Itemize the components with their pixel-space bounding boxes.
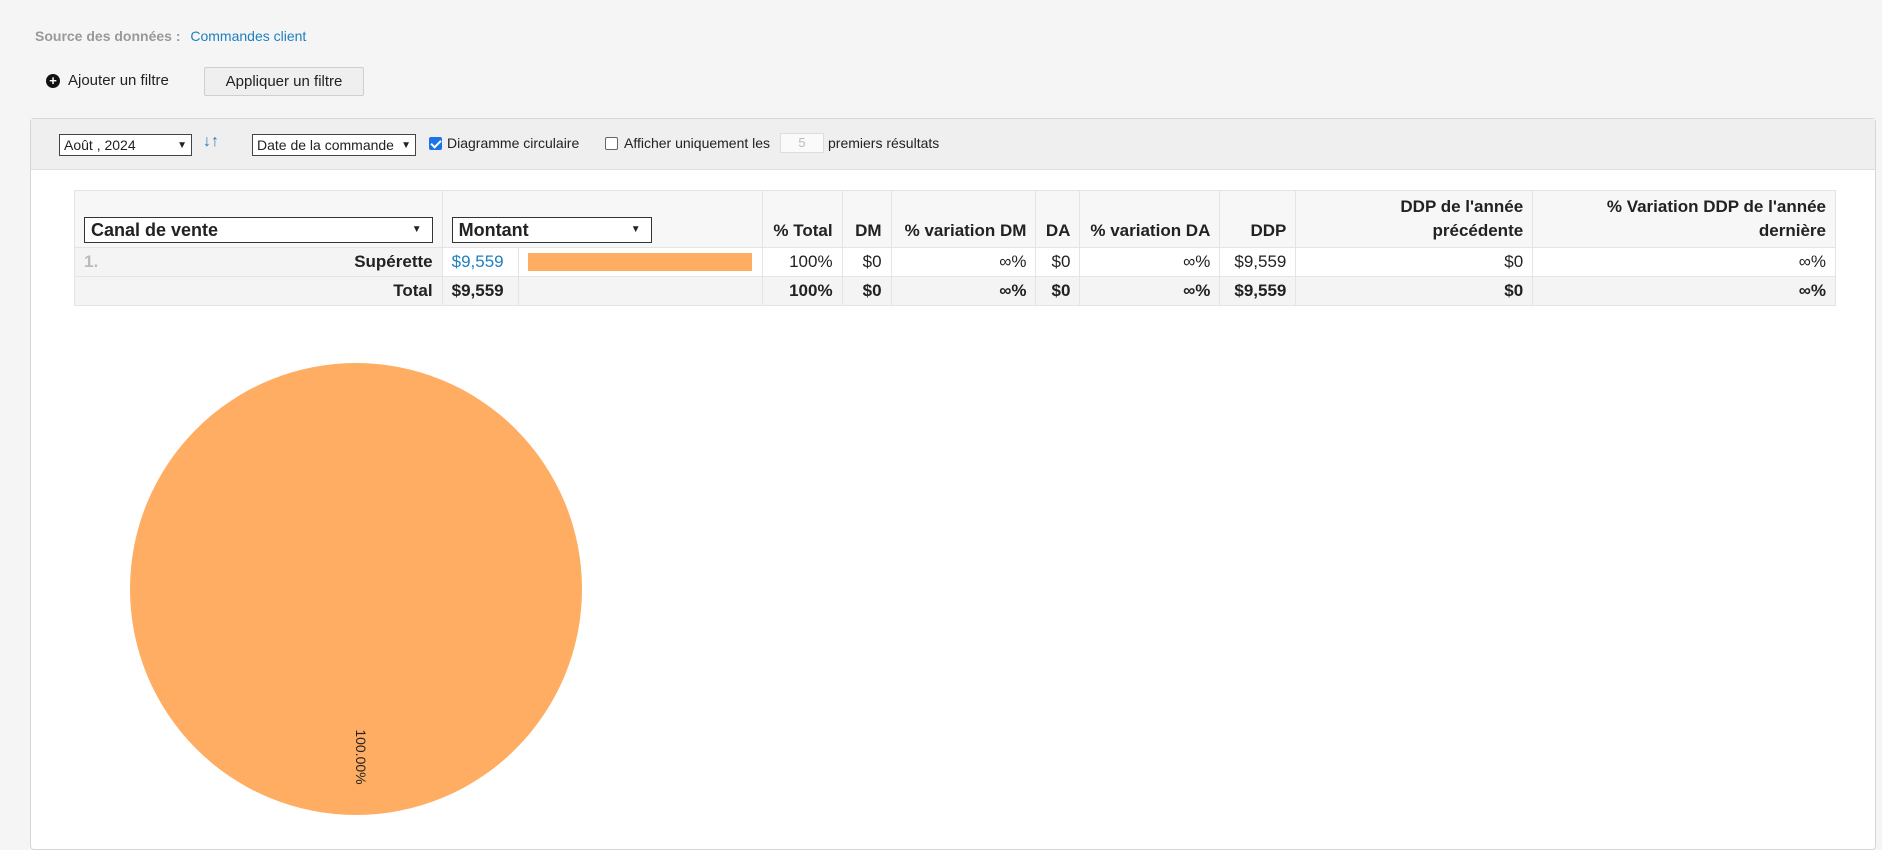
row-pct-dm: ∞% [890, 247, 1037, 277]
row-bar-cell [517, 247, 763, 277]
pie-chart: 100.00% [126, 359, 586, 824]
total-amount: $9,559 [441, 276, 519, 306]
header-dm[interactable]: DM [841, 190, 892, 248]
add-filter-button[interactable]: + Ajouter un filtre [46, 72, 169, 89]
total-ddp-prev: $0 [1295, 276, 1534, 306]
sort-order-icon[interactable]: ↓↑ [203, 133, 219, 151]
row-rank: 1. [84, 252, 99, 271]
plus-circle-icon: + [46, 73, 60, 88]
measure-select[interactable]: Montant ▼ [451, 217, 652, 243]
pie-chart-label: Diagramme circulaire [447, 135, 580, 151]
header-da[interactable]: DA [1035, 190, 1081, 248]
data-source-line: Source des données : Commandes client [35, 28, 306, 44]
pie-chart-svg: 100.00% [130, 363, 582, 815]
chevron-down-icon: ▼ [630, 224, 641, 235]
pie-slice-label: 100.00% [353, 729, 369, 784]
row-dm: $0 [841, 247, 892, 277]
total-da: $0 [1035, 276, 1081, 306]
row-pct-ddp-prev: ∞% [1532, 247, 1836, 277]
measure-value: Montant [458, 220, 529, 240]
group-by-value: Canal de vente [91, 220, 219, 240]
header-pct-ddp-prev[interactable]: % Variation DDP de l'année dernière [1532, 190, 1836, 248]
add-filter-label: Ajouter un filtre [68, 72, 169, 89]
report-toolbar: Août , 2024 ▼ ↓↑ Date de la commande ▼ D… [31, 119, 1875, 170]
total-dm: $0 [841, 276, 892, 306]
measure-header: Montant ▼ [441, 190, 763, 248]
row-amount-cell: $9,559 [441, 247, 519, 277]
total-pct-dm: ∞% [890, 276, 1037, 306]
header-ddp[interactable]: DDP [1219, 190, 1297, 248]
group-by-header: Canal de vente ▼ [74, 190, 443, 248]
total-pct-total: 100% [761, 276, 843, 306]
pie-chart-checkbox[interactable] [429, 137, 442, 150]
row-da: $0 [1035, 247, 1081, 277]
chevron-down-icon: ▼ [401, 139, 411, 151]
top-n-checkbox[interactable] [605, 137, 618, 150]
date-field-value: Date de la commande [257, 137, 394, 153]
group-by-select[interactable]: Canal de vente ▼ [84, 217, 433, 243]
top-n-label-after: premiers résultats [828, 135, 940, 151]
data-source-link[interactable]: Commandes client [190, 28, 306, 44]
total-label: Total [74, 276, 443, 306]
chevron-down-icon: ▼ [411, 224, 422, 235]
period-select[interactable]: Août , 2024 ▼ [59, 134, 192, 156]
top-n-label-before: Afficher uniquement les [624, 135, 771, 151]
header-pct-total[interactable]: % Total [761, 190, 843, 248]
total-pct-ddp-prev: ∞% [1532, 276, 1836, 306]
table-row: 1. Supérette $9,559 100% $0 ∞% $0 ∞% $9,… [74, 247, 1836, 277]
row-name: Supérette [354, 252, 433, 271]
header-pct-dm[interactable]: % variation DM [890, 190, 1037, 248]
table-header-row: Canal de vente ▼ Montant ▼ % Total DM % … [74, 190, 1836, 248]
row-amount-link[interactable]: $9,559 [452, 252, 504, 271]
report-panel: Août , 2024 ▼ ↓↑ Date de la commande ▼ D… [30, 118, 1876, 850]
header-pct-da[interactable]: % variation DA [1079, 190, 1221, 248]
amount-bar [527, 253, 752, 271]
row-pct-da: ∞% [1079, 247, 1221, 277]
table-total-row: Total $9,559 100% $0 ∞% $0 ∞% $9,559 $0 … [74, 276, 1836, 306]
row-ddp: $9,559 [1219, 247, 1297, 277]
chevron-down-icon: ▼ [177, 139, 187, 151]
header-ddp-prev[interactable]: DDP de l'année précédente [1295, 190, 1534, 248]
total-bar-cell [517, 276, 763, 306]
total-pct-da: ∞% [1079, 276, 1221, 306]
period-value: Août , 2024 [64, 137, 136, 153]
apply-filter-button[interactable]: Appliquer un filtre [204, 67, 364, 96]
row-pct-total: 100% [761, 247, 843, 277]
report-table: Canal de vente ▼ Montant ▼ % Total DM % … [74, 190, 1836, 306]
data-source-label: Source des données : [35, 28, 181, 44]
total-ddp: $9,559 [1219, 276, 1297, 306]
top-n-input[interactable]: 5 [780, 133, 824, 153]
row-ddp-prev: $0 [1295, 247, 1534, 277]
row-label-cell: 1. Supérette [74, 247, 443, 277]
date-field-select[interactable]: Date de la commande ▼ [252, 134, 416, 156]
